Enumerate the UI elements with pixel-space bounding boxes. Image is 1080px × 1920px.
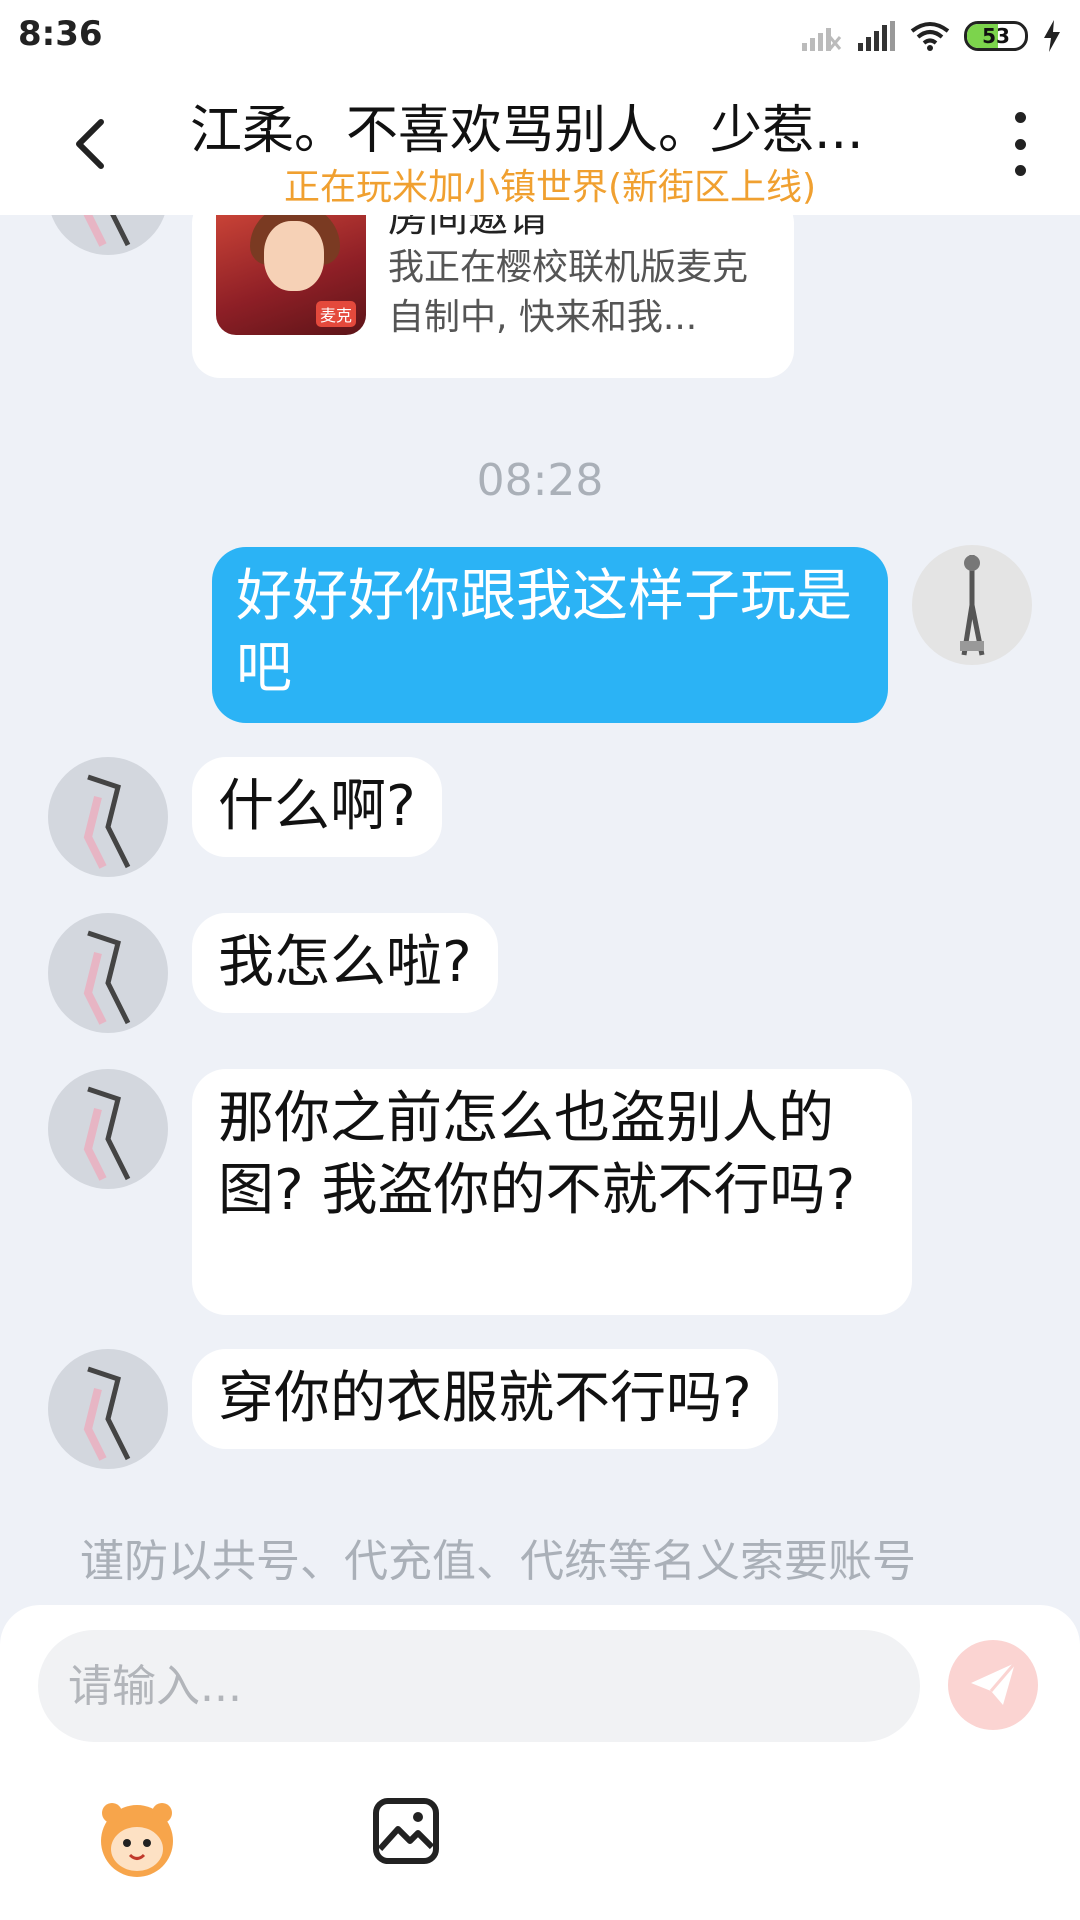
wifi-icon [910,22,950,51]
signal-off-icon [802,28,842,51]
avatar-figure-icon [83,215,131,247]
status-icons: 53 [800,16,1062,56]
message-input-box[interactable] [38,1630,920,1742]
send-button[interactable] [948,1640,1038,1730]
message-bubble-received[interactable]: 什么啊? [192,757,442,857]
chat-header: 江柔。不喜欢骂别人。少惹... 正在玩米加小镇世界(新街区上线) [0,70,1080,215]
message-bubble-received[interactable]: 那你之前怎么也盗别人的图? 我盗你的不就不行吗? [192,1069,912,1315]
status-time: 8:36 [18,14,103,54]
avatar-figure-icon [960,555,985,656]
invite-description: 我正在樱校联机版麦克自制中, 快来和我... [388,247,749,338]
sender-avatar[interactable] [48,1349,168,1469]
avatar-figure-icon [83,1366,131,1461]
room-invite-card[interactable]: 麦克 房间邀请 我正在樱校联机版麦克自制中, 快来和我... [192,215,794,378]
image-button[interactable] [372,1797,440,1865]
more-button[interactable] [1000,112,1040,176]
avatar[interactable] [48,215,168,255]
back-button[interactable] [60,114,120,174]
message-timestamp: 08:28 [476,455,604,506]
image-icon [373,1798,439,1864]
sender-avatar[interactable] [48,1069,168,1189]
message-bubble-sent[interactable]: 好好好你跟我这样子玩是吧 [212,547,888,723]
thumbnail-tag: 麦克 [315,301,356,327]
more-vertical-icon [1014,112,1026,123]
message-bubble-received[interactable]: 穿你的衣服就不行吗? [192,1349,778,1449]
message-input[interactable] [38,1630,920,1742]
send-icon [971,1662,1017,1705]
chat-title: 江柔。不喜欢骂别人。少惹... [190,101,864,161]
emoji-button[interactable] [92,1791,182,1881]
battery-percent: 53 [982,24,1010,48]
message-list[interactable]: 麦克 房间邀请 我正在樱校联机版麦克自制中, 快来和我... 08:28 好好好… [0,215,1080,1605]
invite-title: 房间邀请 [388,215,548,241]
input-panel [0,1605,1080,1920]
emoji-icon [101,1803,173,1877]
sender-avatar[interactable] [48,757,168,877]
avatar-figure-icon [83,930,131,1025]
avatar-figure-icon [83,1086,131,1181]
invite-thumbnail: 麦克 [216,215,366,335]
message-bubble-received[interactable]: 我怎么啦? [192,913,498,1013]
sender-avatar[interactable] [48,913,168,1033]
back-arrow-icon [76,119,104,169]
battery-icon: 53 [964,21,1028,51]
status-bar: 8:36 53 [0,0,1080,70]
safety-notice: 谨防以共号、代充值、代练等名义索要账号 [80,1536,916,1587]
charging-icon [1044,20,1060,52]
chat-subtitle[interactable]: 正在玩米加小镇世界(新街区上线) [190,158,910,210]
my-avatar[interactable] [912,545,1032,665]
signal-icon [858,21,895,51]
avatar-figure-icon [83,774,131,869]
